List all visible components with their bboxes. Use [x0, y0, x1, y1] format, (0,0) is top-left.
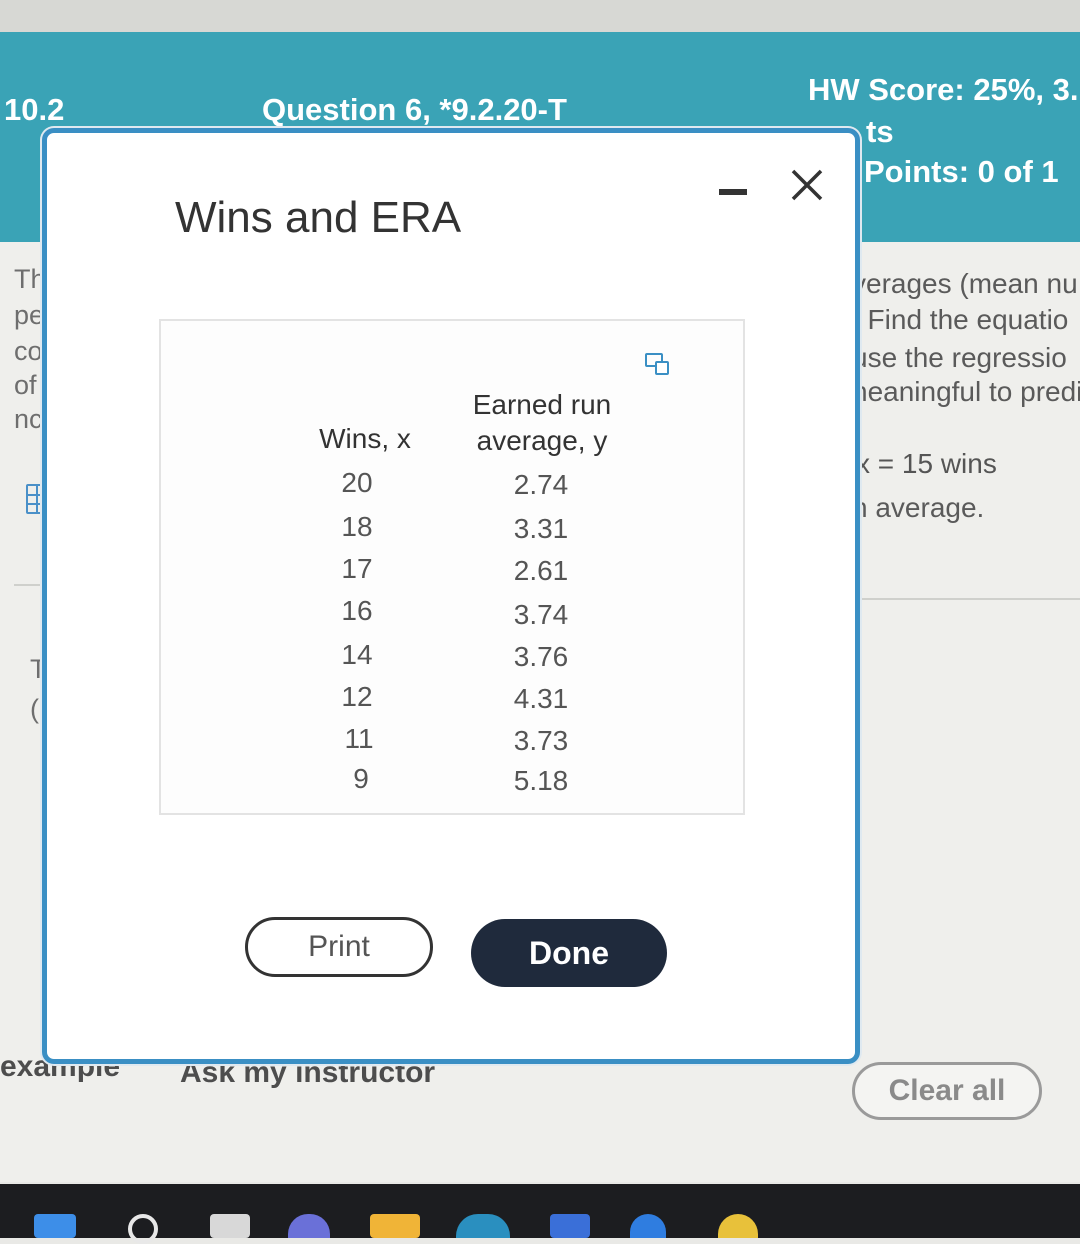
table-cell-wins: 11 [344, 723, 374, 754]
question-title: Question 6, *9.2.20-T [262, 92, 567, 127]
dialog-title: Wins and ERA [175, 193, 462, 242]
bg-right-text: . Find the equatio [852, 304, 1069, 335]
table-cell-era: 2.61 [513, 555, 569, 586]
table-cell-wins: 16 [341, 595, 373, 626]
section-number: 10.2 [4, 92, 65, 127]
table-cell-era: 4.31 [513, 683, 569, 714]
bg-left-text: Th [14, 264, 46, 294]
done-button[interactable]: Done [471, 919, 667, 987]
table-cell-era: 3.73 [513, 725, 569, 756]
table-cell-wins: 17 [341, 553, 373, 584]
bg-right-text: neaningful to predi [852, 376, 1080, 407]
table-cell-era: 2.74 [513, 469, 569, 500]
bg-right-text: x = 15 wins [856, 448, 997, 479]
bg-left-text: nc [14, 404, 43, 434]
bg-left-text: pe [14, 300, 45, 330]
points-partial: ts [866, 114, 894, 149]
table-cell-era: 3.74 [513, 599, 569, 630]
table-cell-wins: 9 [353, 763, 369, 794]
data-table [159, 319, 745, 815]
bg-left-text: co [14, 336, 43, 366]
table-cell-era: 3.76 [513, 641, 569, 672]
table-cell-wins: 20 [341, 467, 373, 498]
clear-all-button[interactable]: Clear all [852, 1062, 1042, 1120]
column-header-era-line1: Earned run [472, 389, 612, 420]
task-view-icon[interactable] [210, 1214, 250, 1238]
hw-score: HW Score: 25%, 3. [808, 72, 1079, 107]
table-cell-era: 5.18 [513, 765, 569, 796]
table-cell-era: 3.31 [513, 513, 569, 544]
bg-right-text: use the regressio [852, 342, 1067, 373]
store-icon[interactable] [550, 1214, 590, 1238]
data-table-dialog: Wins and ERA Wins, x Earned run average,… [42, 128, 860, 1064]
minimize-icon[interactable] [719, 189, 747, 195]
bg-right-text: n average. [852, 492, 985, 523]
points-score: Points: 0 of 1 [864, 154, 1059, 189]
divider [852, 598, 1080, 600]
search-icon[interactable] [128, 1214, 158, 1244]
bg-left-text: of [14, 370, 37, 400]
print-button[interactable]: Print [245, 917, 433, 977]
column-header-wins: Wins, x [319, 423, 411, 454]
table-cell-wins: 18 [341, 511, 373, 542]
file-explorer-icon[interactable] [370, 1214, 420, 1238]
table-cell-wins: 14 [341, 639, 373, 670]
taskbar [0, 1184, 1080, 1238]
table-cell-wins: 12 [341, 681, 373, 712]
top-strip [0, 0, 1080, 32]
column-header-era-line2: average, y [476, 425, 608, 456]
copy-icon[interactable] [645, 353, 669, 375]
bg-right-text: verages (mean nu [852, 268, 1078, 299]
close-icon[interactable] [785, 163, 829, 207]
start-icon[interactable] [34, 1214, 76, 1238]
